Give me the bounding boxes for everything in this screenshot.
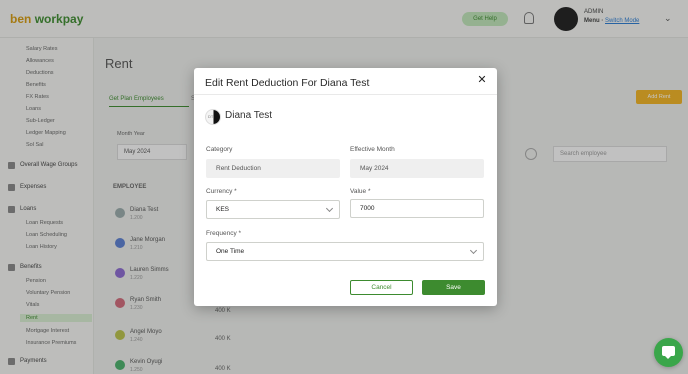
modal-title: Edit Rent Deduction For Diana Test (205, 77, 370, 89)
effective-month-field: May 2024 (350, 159, 484, 178)
chat-icon (662, 346, 675, 359)
value-label: Value * (350, 188, 371, 195)
chevron-down-icon (326, 201, 334, 218)
currency-label: Currency * (206, 188, 237, 195)
currency-select[interactable]: KES (206, 200, 340, 219)
edit-rent-deduction-modal: Edit Rent Deduction For Diana Test ✕ DT … (194, 68, 497, 306)
close-icon[interactable]: ✕ (475, 73, 489, 87)
employee-name: Diana Test (225, 110, 273, 121)
chevron-down-icon (470, 243, 478, 260)
category-label: Category (206, 146, 233, 153)
save-button[interactable]: Save (422, 280, 485, 295)
frequency-label: Frequency * (206, 230, 242, 237)
modal-header: Edit Rent Deduction For Diana Test ✕ (194, 68, 497, 95)
chat-button[interactable] (654, 338, 683, 367)
frequency-value: One Time (216, 248, 245, 255)
frequency-select[interactable]: One Time (206, 242, 484, 261)
effective-month-label: Effective Month (350, 146, 395, 153)
value-input[interactable]: 7000 (350, 199, 484, 218)
avatar: DT (205, 109, 221, 125)
cancel-button[interactable]: Cancel (350, 280, 413, 295)
category-field: Rent Deduction (206, 159, 340, 178)
currency-value: KES (216, 206, 230, 213)
